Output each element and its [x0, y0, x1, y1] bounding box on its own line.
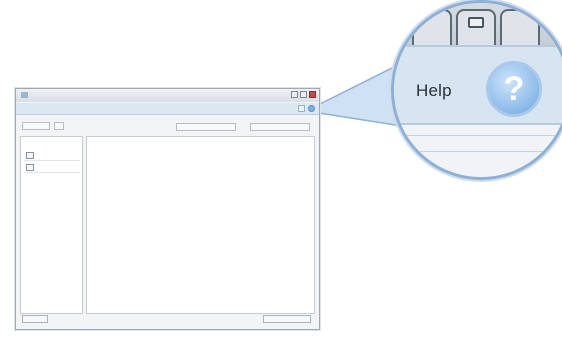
close-icon[interactable]	[309, 91, 316, 98]
document-icon	[26, 152, 34, 159]
settings-icon[interactable]	[298, 105, 305, 112]
window-controls	[291, 91, 316, 98]
minimize-icon[interactable]	[291, 91, 298, 98]
document-icon	[26, 164, 34, 171]
list-item[interactable]	[24, 151, 80, 161]
help-icon[interactable]	[308, 105, 315, 112]
bottom-left-button[interactable]	[22, 315, 48, 323]
divider	[394, 151, 562, 152]
lens-content	[394, 125, 562, 177]
toolbar-select-1[interactable]	[176, 123, 236, 131]
toolbar-dropdown[interactable]	[22, 122, 50, 130]
window-menubar	[16, 103, 319, 115]
window-titlebar	[16, 89, 319, 102]
bottom-right-button[interactable]	[263, 315, 311, 323]
window-control-tab	[456, 9, 496, 45]
navigation-pane	[20, 136, 83, 314]
callout-pointer	[303, 61, 403, 127]
toolbar-button[interactable]	[54, 122, 64, 130]
window-control-tab	[500, 9, 540, 45]
list-item[interactable]	[24, 163, 80, 173]
question-circle-icon[interactable]: ?	[486, 61, 542, 117]
maximize-icon	[468, 17, 484, 28]
help-label: Help	[416, 81, 452, 100]
lens-ribbon: Help ?	[394, 45, 562, 125]
app-icon	[21, 92, 28, 98]
content-pane	[86, 136, 315, 314]
application-window	[15, 88, 320, 330]
window-control-tab	[412, 9, 452, 45]
toolbar-select-2[interactable]	[250, 123, 310, 131]
divider	[394, 135, 562, 136]
window-toolbar	[16, 115, 319, 135]
maximize-icon[interactable]	[300, 91, 307, 98]
help-callout-illustration: Help ?	[0, 0, 562, 338]
magnifier-lens: Help ?	[391, 0, 562, 180]
question-mark-glyph: ?	[503, 70, 525, 108]
lens-titlebar	[394, 3, 562, 45]
